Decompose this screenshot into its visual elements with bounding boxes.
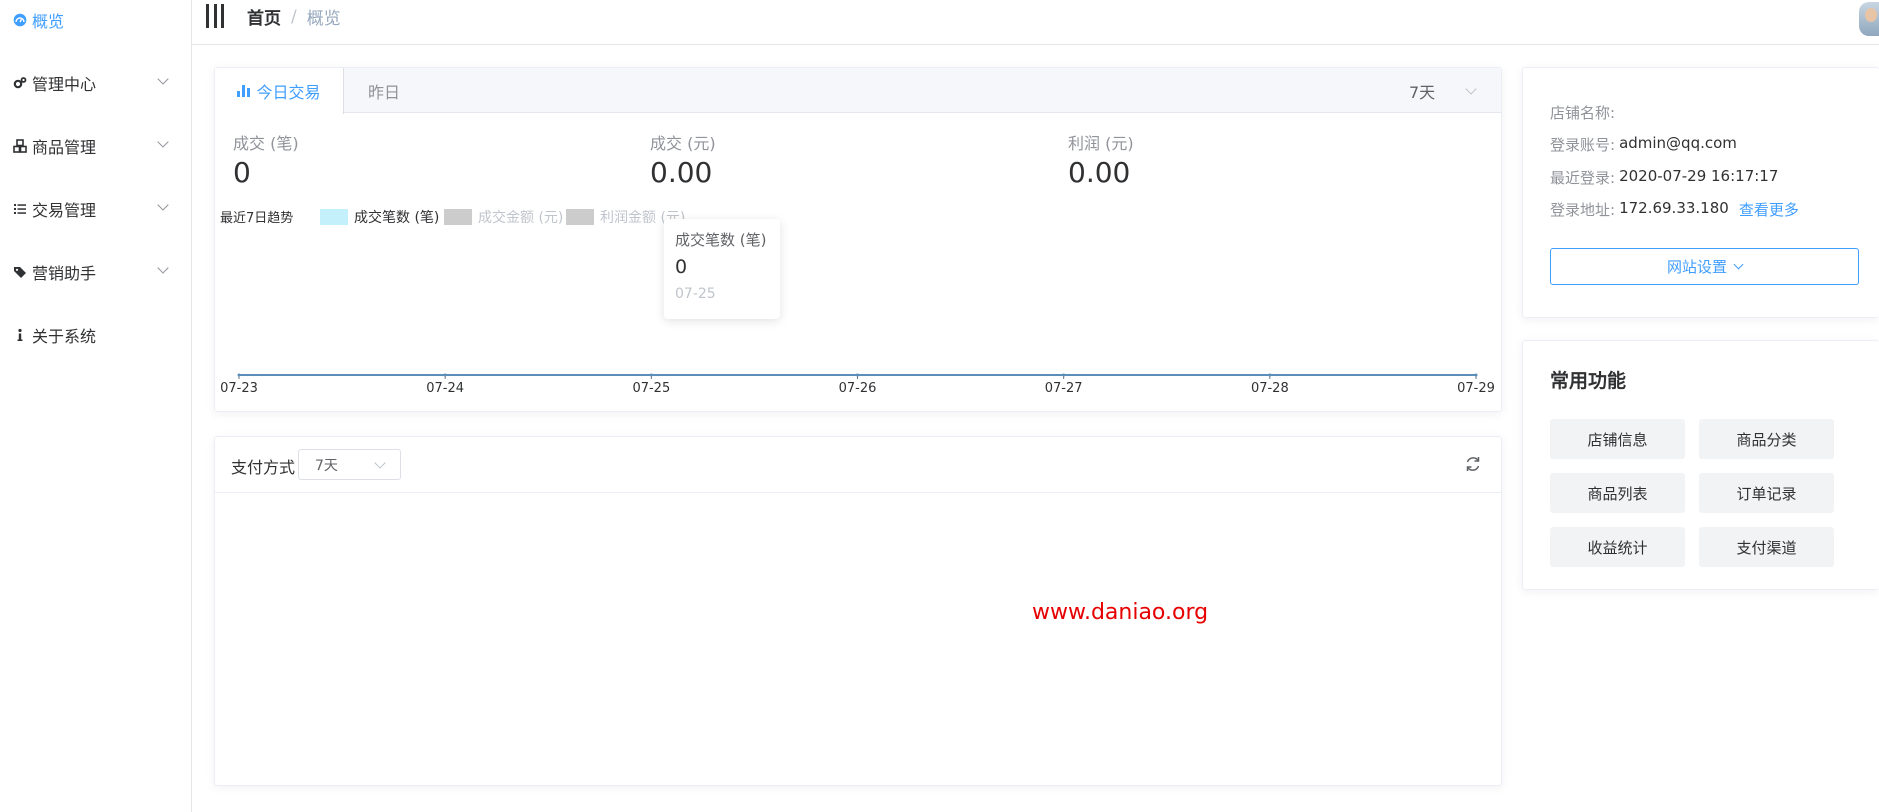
info-row-last-login: 最近登录: 2020-07-29 16:17:17 xyxy=(1550,167,1778,188)
sidebar-item-about[interactable]: 关于系统 xyxy=(0,315,191,355)
tooltip-date: 07-25 xyxy=(675,286,716,302)
x-axis-tick-label: 07-26 xyxy=(839,381,877,396)
breadcrumb: 首页 / 概览 xyxy=(247,4,341,30)
x-axis-tick-label: 07-29 xyxy=(1457,381,1495,396)
x-axis-tick-label: 07-24 xyxy=(426,381,464,396)
chevron-down-icon xyxy=(374,457,386,469)
data-point[interactable] xyxy=(443,373,447,377)
func-button-payment-channels[interactable]: 支付渠道 xyxy=(1699,527,1834,567)
sidebar-item-label: 交易管理 xyxy=(32,201,97,220)
x-axis-tick-label: 07-27 xyxy=(1045,381,1083,396)
hamburger-menu-icon[interactable] xyxy=(206,4,224,28)
chevron-down-icon xyxy=(157,199,169,211)
x-axis-tick-label: 07-25 xyxy=(632,381,670,396)
top-header: 首页 / 概览 xyxy=(192,0,1879,45)
sidebar-item-label: 关于系统 xyxy=(32,327,97,346)
breadcrumb-separator: / xyxy=(291,6,297,27)
payment-card: 支付方式 7天 www.daniao.org xyxy=(214,436,1502,786)
info-row-store-name: 店铺名称: xyxy=(1550,102,1619,123)
view-more-link[interactable]: 查看更多 xyxy=(1739,199,1799,220)
breadcrumb-home[interactable]: 首页 xyxy=(247,4,281,29)
sidebar-item-transactions[interactable]: 交易管理 xyxy=(0,189,191,229)
dashboard-icon xyxy=(12,12,28,28)
watermark-text: www.daniao.org xyxy=(1032,600,1209,625)
info-icon xyxy=(12,327,28,343)
chevron-down-icon xyxy=(157,262,169,274)
info-key: 登录地址: xyxy=(1550,201,1616,219)
func-button-product-list[interactable]: 商品列表 xyxy=(1550,473,1685,513)
payment-card-header: 支付方式 7天 xyxy=(215,437,1501,493)
info-value: 2020-07-29 16:17:17 xyxy=(1619,167,1779,185)
data-point[interactable] xyxy=(1474,373,1478,377)
x-axis-tick-label: 07-23 xyxy=(220,381,258,396)
tooltip-title: 成交笔数 (笔) xyxy=(675,231,767,249)
sidebar-item-label: 概览 xyxy=(32,12,65,31)
info-key: 店铺名称: xyxy=(1550,104,1616,122)
info-value: 172.69.33.180 xyxy=(1619,199,1729,217)
data-point[interactable] xyxy=(1062,373,1066,377)
chevron-down-icon xyxy=(157,136,169,148)
chevron-down-icon xyxy=(157,73,169,85)
payment-range-value: 7天 xyxy=(315,457,338,474)
info-row-login-ip: 登录地址: 172.69.33.180 查看更多 xyxy=(1550,199,1799,220)
data-point[interactable] xyxy=(649,373,653,377)
functions-title: 常用功能 xyxy=(1550,370,1627,392)
info-row-account: 登录账号: admin@qq.com xyxy=(1550,134,1737,155)
cubes-icon xyxy=(12,138,28,154)
func-button-store-info[interactable]: 店铺信息 xyxy=(1550,419,1685,459)
sidebar-item-label: 营销助手 xyxy=(32,264,97,283)
common-functions-card: 常用功能 店铺信息 商品分类 商品列表 订单记录 收益统计 支付渠道 xyxy=(1522,340,1879,590)
sidebar-item-label: 管理中心 xyxy=(32,75,97,94)
store-info-card: 店铺名称: 登录账号: admin@qq.com 最近登录: 2020-07-2… xyxy=(1522,67,1879,318)
trend-chart: 07-23 07-24 07-25 07-26 07-27 07-28 07-29 xyxy=(220,373,1495,396)
info-value: admin@qq.com xyxy=(1619,134,1737,152)
data-point[interactable] xyxy=(856,373,859,377)
info-key: 最近登录: xyxy=(1550,169,1616,187)
breadcrumb-current: 概览 xyxy=(306,9,341,29)
refresh-icon[interactable] xyxy=(1463,454,1483,474)
payment-title: 支付方式 xyxy=(231,458,296,477)
chart-tooltip: 成交笔数 (笔) 0 07-25 xyxy=(664,219,780,319)
info-key: 登录账号: xyxy=(1550,136,1616,154)
sidebar-item-label: 商品管理 xyxy=(32,138,97,157)
sidebar-item-products[interactable]: 商品管理 xyxy=(0,126,191,166)
tooltip-value: 0 xyxy=(675,256,688,278)
sidebar-item-management[interactable]: 管理中心 xyxy=(0,63,191,103)
trade-card: 今日交易 昨日 7天 成交 (笔) 0 成交 (元) 0.00 利润 (元) 0… xyxy=(214,67,1502,412)
func-button-orders[interactable]: 订单记录 xyxy=(1699,473,1834,513)
site-settings-button[interactable]: 网站设置 xyxy=(1550,248,1859,285)
gears-icon xyxy=(12,75,28,91)
data-point[interactable] xyxy=(237,373,241,377)
list-icon xyxy=(12,201,28,217)
payment-range-select[interactable]: 7天 xyxy=(298,449,401,480)
sidebar: 概览 管理中心 商品管理 交易管理 营销助手 关于系统 xyxy=(0,0,192,812)
sidebar-item-overview[interactable]: 概览 xyxy=(0,0,191,40)
avatar[interactable] xyxy=(1859,2,1879,36)
site-settings-label: 网站设置 xyxy=(1666,258,1727,276)
chevron-down-icon xyxy=(1733,259,1744,270)
data-point[interactable] xyxy=(1268,373,1272,377)
func-button-categories[interactable]: 商品分类 xyxy=(1699,419,1834,459)
sidebar-item-marketing[interactable]: 营销助手 xyxy=(0,252,191,292)
func-button-earnings[interactable]: 收益统计 xyxy=(1550,527,1685,567)
x-axis-tick-label: 07-28 xyxy=(1251,381,1289,396)
tags-icon xyxy=(12,264,28,280)
